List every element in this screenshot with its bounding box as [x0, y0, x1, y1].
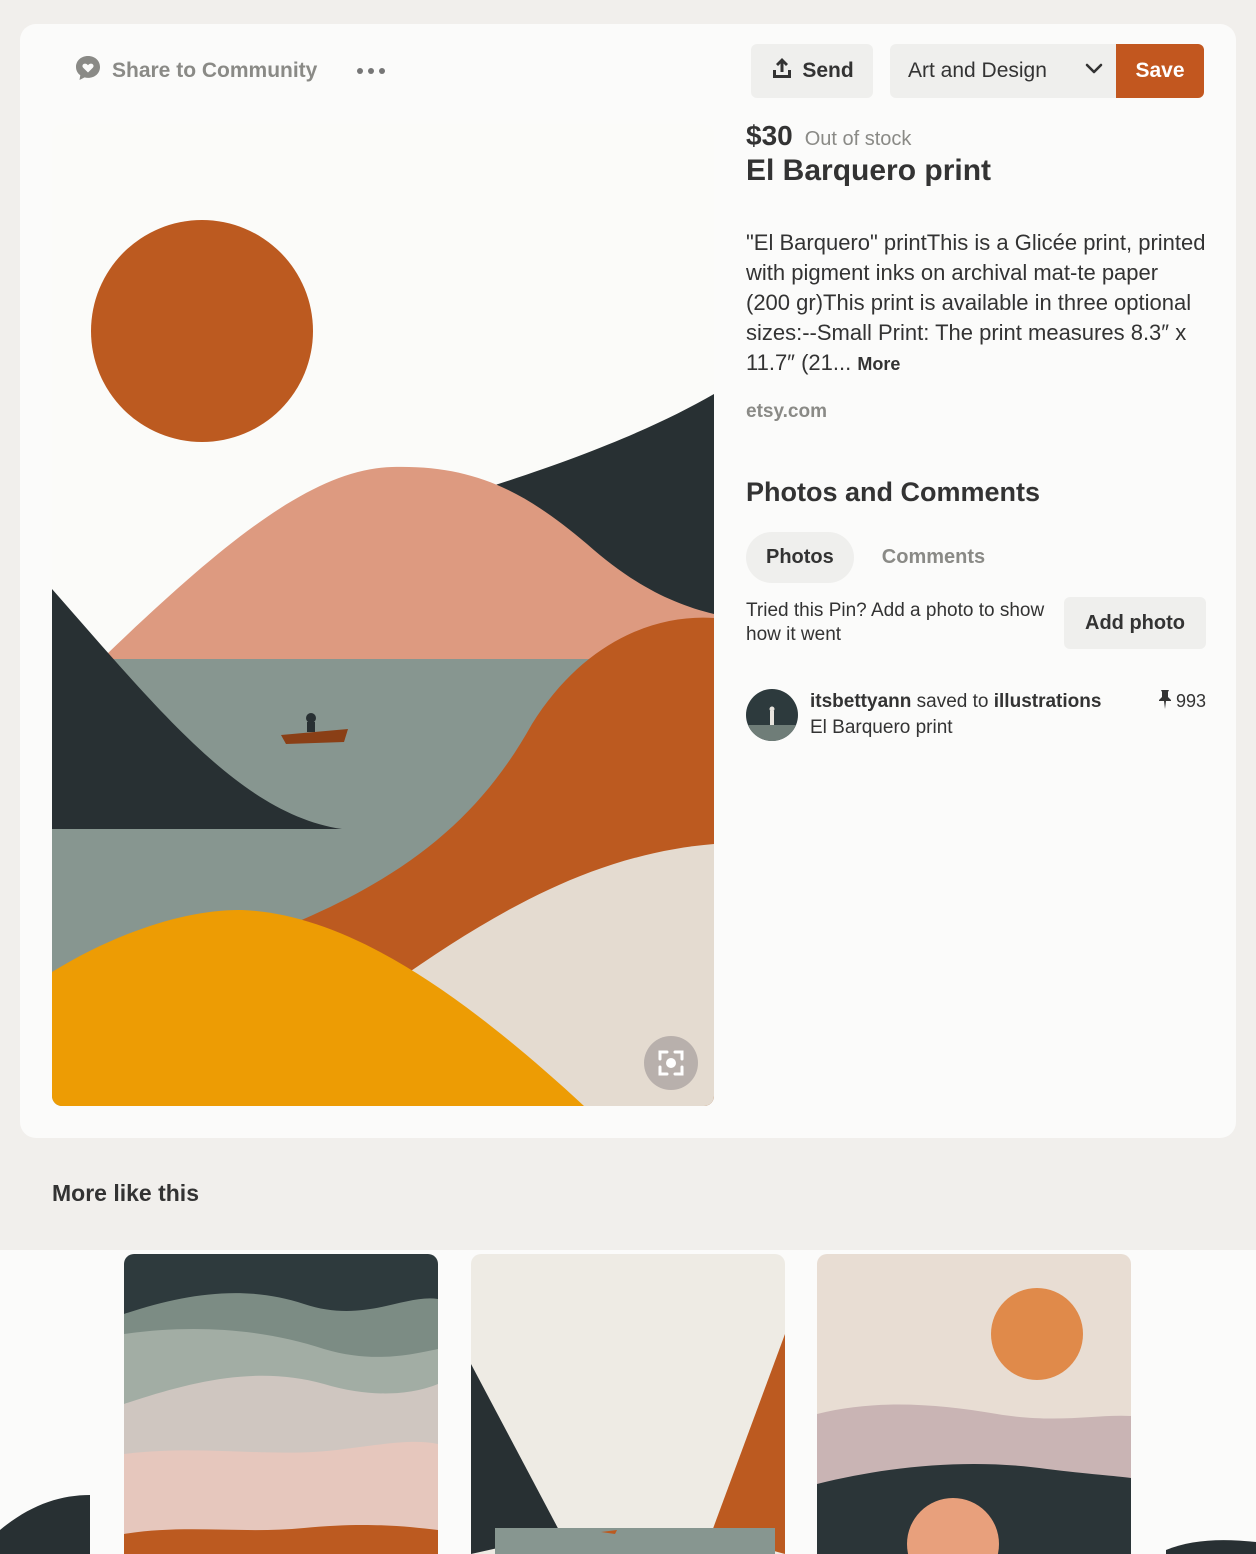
tab-photos[interactable]: Photos: [746, 532, 854, 583]
save-count-value: 993: [1175, 691, 1206, 711]
upload-icon: [770, 56, 794, 86]
chat-bubble-icon: [74, 54, 102, 87]
saver-username[interactable]: itsbettyann: [810, 691, 911, 712]
related-pin-3-image: [817, 1254, 1131, 1554]
photos-comments-tabs: Photos Comments: [746, 532, 1206, 583]
add-photo-button[interactable]: Add photo: [1064, 597, 1206, 649]
more-like-this-title: More like this: [52, 1180, 199, 1206]
send-button[interactable]: Send: [751, 44, 873, 98]
saver-line: itsbettyann saved to illustrations: [810, 689, 1101, 715]
send-label: Send: [802, 59, 854, 82]
photos-comments-title: Photos and Comments: [746, 477, 1041, 507]
chevron-down-icon: [1084, 58, 1104, 84]
related-pin-1-image: [124, 1254, 438, 1554]
description-text: "El Barquero" printThis is a Glicée prin…: [746, 230, 1206, 375]
pin-image[interactable]: [52, 124, 714, 1106]
price-row: $30 Out of stock: [746, 120, 1206, 152]
tried-pin-row: Tried this Pin? Add a photo to show how …: [746, 597, 1206, 649]
pin-details: $30 Out of stock El Barquero print "El B…: [746, 120, 1206, 741]
ellipsis-icon[interactable]: [357, 62, 386, 80]
tab-comments[interactable]: Comments: [862, 532, 1005, 583]
pushpin-icon: [1158, 689, 1172, 714]
pin-title: El Barquero print: [746, 154, 992, 187]
board-select-dropdown[interactable]: Art and Design: [890, 44, 1116, 98]
saver-board[interactable]: illustrations: [994, 691, 1102, 712]
el-barquero-artwork: [52, 124, 714, 1106]
save-button[interactable]: Save: [1116, 44, 1204, 98]
stock-status: Out of stock: [804, 128, 912, 150]
related-pin-2-image: [471, 1254, 785, 1554]
related-pin-3[interactable]: [817, 1254, 1131, 1554]
tried-pin-text: Tried this Pin? Add a photo to show how …: [746, 600, 1045, 645]
related-pin-1[interactable]: [124, 1254, 438, 1554]
pin-card: Share to Community Send Art and Design S…: [20, 24, 1236, 1138]
source-link[interactable]: etsy.com: [746, 401, 827, 423]
related-pin-2[interactable]: [471, 1254, 785, 1554]
more-link[interactable]: More: [857, 354, 900, 374]
saver-pin-title: El Barquero print: [810, 717, 953, 738]
avatar[interactable]: [746, 689, 798, 741]
board-select-value: Art and Design: [908, 59, 1047, 82]
saver-text: itsbettyann saved to illustrations El Ba…: [810, 689, 1101, 741]
visual-search-button[interactable]: [644, 1036, 698, 1090]
pin-description: "El Barquero" printThis is a Glicée prin…: [746, 228, 1206, 379]
lens-scan-icon: [657, 1049, 685, 1077]
topbar-left: Share to Community: [74, 54, 386, 87]
saver-row: itsbettyann saved to illustrations El Ba…: [746, 689, 1206, 741]
save-count: 993: [1158, 689, 1206, 714]
price: $30: [746, 120, 793, 151]
saved-to-text: saved to: [916, 691, 989, 712]
share-label: Share to Community: [112, 58, 318, 82]
share-to-community-button[interactable]: Share to Community: [74, 54, 317, 87]
